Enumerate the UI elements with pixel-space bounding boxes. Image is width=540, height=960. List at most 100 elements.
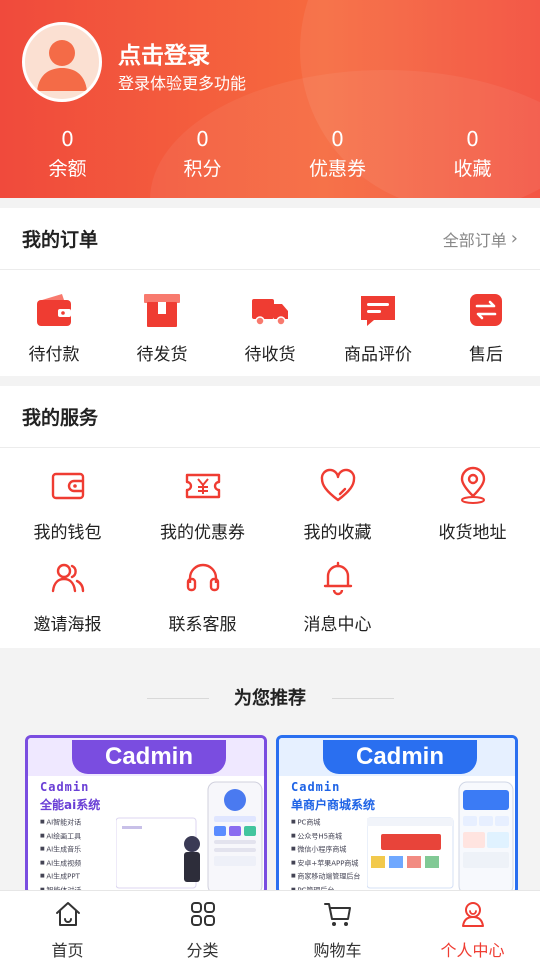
orders-card: 我的订单 全部订单 › 待付款 待发货 待收货 商品评价 售后 [0, 208, 540, 376]
services-header: 我的服务 [0, 386, 540, 448]
service-wallet[interactable]: 我的钱包 [0, 462, 135, 546]
stat-value: 0 [61, 127, 74, 151]
service-label: 我的钱包 [33, 523, 102, 543]
tab-label: 分类 [186, 941, 219, 960]
service-label: 联系客服 [168, 615, 237, 635]
chevron-right-icon: › [510, 228, 518, 249]
wallet-outline-icon [51, 472, 84, 500]
service-label: 收货地址 [438, 523, 507, 543]
service-messages[interactable]: 消息中心 [270, 554, 405, 638]
card-feature: AI生成PPT [40, 870, 81, 884]
stat-value: 0 [466, 127, 479, 151]
card-feature: AI生成音乐 [40, 843, 81, 857]
service-label: 邀请海报 [33, 615, 102, 635]
card-product-name: Cadmin [40, 780, 90, 794]
box-icon [144, 294, 180, 327]
stat-points[interactable]: 0 积分 [135, 126, 270, 184]
card-feature: 微信小程序商城 [291, 843, 360, 857]
cart-icon [323, 903, 351, 926]
all-orders-link[interactable]: 全部订单 › [443, 227, 518, 251]
product-screenshot-illustration [116, 781, 263, 892]
service-address[interactable]: 收货地址 [405, 462, 540, 546]
stat-value: 0 [196, 127, 209, 151]
order-after-sales[interactable]: 售后 [436, 290, 536, 380]
login-title[interactable]: 点击登录 [118, 36, 210, 70]
card-product-subtitle: 全能ai系统 [40, 798, 101, 812]
tab-cart[interactable]: 购物车 [270, 891, 405, 960]
location-icon [460, 466, 485, 504]
order-item-label: 售后 [469, 345, 503, 365]
heart-icon [320, 468, 355, 502]
service-label: 我的优惠券 [160, 523, 245, 543]
card-feature: PC商城 [291, 816, 360, 830]
card-product-name: Cadmin [291, 780, 341, 794]
stat-label: 收藏 [453, 158, 492, 180]
home-icon [55, 902, 80, 926]
service-label: 我的收藏 [303, 523, 372, 543]
divider-right [332, 698, 394, 699]
grid-icon [190, 902, 215, 926]
service-customer-support[interactable]: 联系客服 [135, 554, 270, 638]
coupon-icon [185, 473, 220, 499]
card-feature: 公众号H5商城 [291, 830, 360, 844]
order-item-label: 商品评价 [344, 345, 412, 365]
avatar[interactable] [22, 22, 102, 102]
service-label: 消息中心 [303, 615, 372, 635]
card-badge: Cadmin [323, 740, 477, 774]
card-feature: AI生成视频 [40, 857, 81, 871]
card-feature-list: AI智能对话 AI绘画工具 AI生成音乐 AI生成视频 AI生成PPT 智能体对… [40, 816, 81, 893]
stat-value: 0 [331, 127, 344, 151]
card-feature: 商家移动端管理后台 [291, 870, 360, 884]
tab-label: 首页 [51, 941, 84, 960]
wallet-icon [37, 294, 71, 326]
users-icon [51, 563, 84, 593]
order-item-label: 待付款 [28, 345, 80, 365]
orders-header: 我的订单 全部订单 › [0, 208, 540, 270]
service-favorites[interactable]: 我的收藏 [270, 462, 405, 546]
order-item-label: 待发货 [136, 345, 188, 365]
services-card: 我的服务 我的钱包 我的优惠券 我的收藏 收货地址 邀请海报 联系客服 消息中心 [0, 386, 540, 648]
order-item-label: 待收货 [244, 345, 296, 365]
card-feature: AI智能对话 [40, 816, 81, 830]
order-pending-receipt[interactable]: 待收货 [220, 290, 320, 380]
truck-icon [252, 299, 288, 326]
account-stats: 0 余额 0 积分 0 优惠券 0 收藏 [0, 126, 540, 184]
tab-label: 个人中心 [440, 941, 505, 960]
tab-label: 购物车 [313, 941, 362, 960]
order-pending-shipment[interactable]: 待发货 [112, 290, 212, 380]
all-orders-label: 全部订单 [442, 230, 507, 250]
tab-home[interactable]: 首页 [0, 891, 135, 960]
comment-icon [361, 296, 395, 326]
bottom-tab-bar: 首页 分类 购物车 个人中心 [0, 890, 540, 960]
user-avatar-icon [37, 40, 87, 91]
recommend-card[interactable]: Cadmin Cadmin 全能ai系统 AI智能对话 AI绘画工具 AI生成音… [25, 735, 267, 895]
orders-title: 我的订单 [22, 229, 99, 251]
order-pending-payment[interactable]: 待付款 [4, 290, 104, 380]
tab-profile[interactable]: 个人中心 [405, 891, 540, 960]
order-status-list: 待付款 待发货 待收货 商品评价 售后 [0, 270, 540, 380]
card-feature-list: PC商城 公众号H5商城 微信小程序商城 安卓+苹果APP商城 商家移动端管理后… [291, 816, 360, 893]
order-review[interactable]: 商品评价 [328, 290, 428, 380]
bell-icon [323, 561, 352, 596]
service-invite-poster[interactable]: 邀请海报 [0, 554, 135, 638]
headset-icon [186, 563, 219, 592]
profile-icon [461, 902, 484, 927]
tab-category[interactable]: 分类 [135, 891, 270, 960]
profile-header: 点击登录 登录体验更多功能 0 余额 0 积分 0 优惠券 0 收藏 [0, 0, 540, 198]
card-feature: AI绘画工具 [40, 830, 81, 844]
services-title: 我的服务 [22, 407, 99, 429]
exchange-icon [470, 294, 502, 326]
recommend-title: 为您推荐 [234, 688, 306, 709]
stat-balance[interactable]: 0 余额 [0, 126, 135, 184]
stat-label: 积分 [183, 158, 222, 180]
stat-coupons[interactable]: 0 优惠券 [270, 126, 405, 184]
card-badge: Cadmin [72, 740, 226, 774]
services-grid: 我的钱包 我的优惠券 我的收藏 收货地址 邀请海报 联系客服 消息中心 [0, 448, 540, 638]
stat-label: 优惠券 [308, 158, 366, 180]
card-feature: 安卓+苹果APP商城 [291, 857, 360, 871]
stat-label: 余额 [48, 158, 87, 180]
recommend-card[interactable]: Cadmin Cadmin 单商户商城系统 PC商城 公众号H5商城 微信小程序… [276, 735, 518, 895]
service-coupons[interactable]: 我的优惠券 [135, 462, 270, 546]
login-subtitle: 登录体验更多功能 [118, 74, 247, 93]
stat-favorites[interactable]: 0 收藏 [405, 126, 540, 184]
